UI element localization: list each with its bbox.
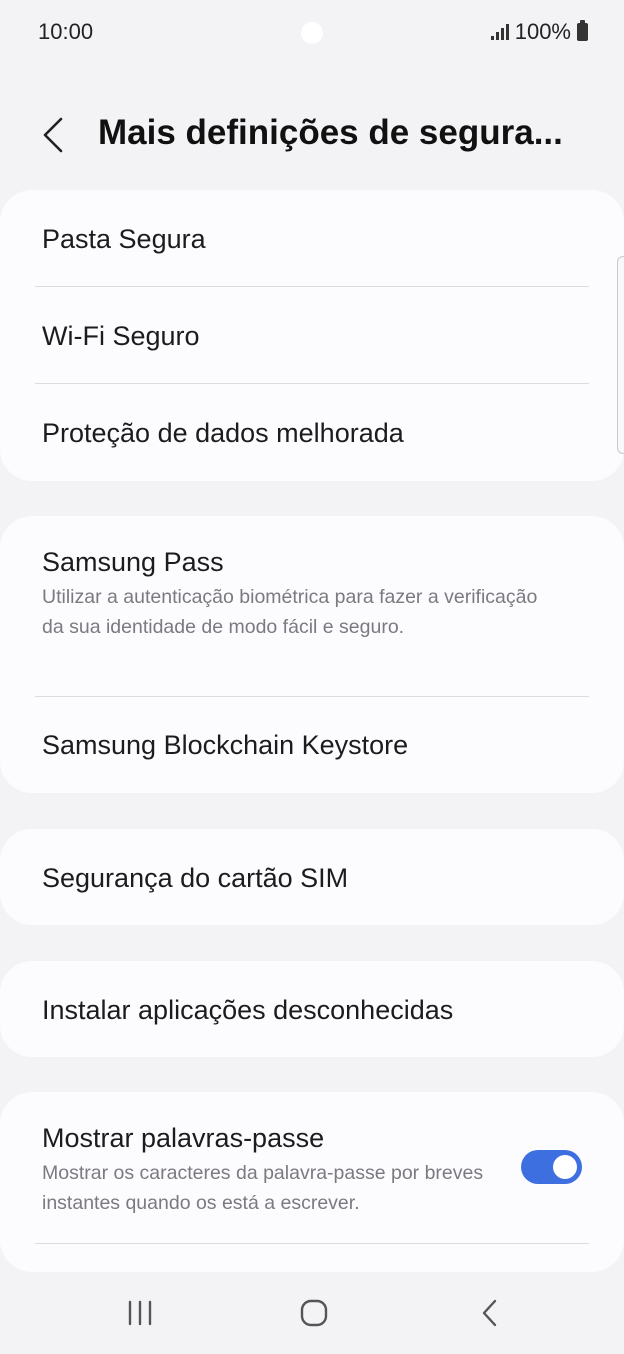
pasta-segura-item[interactable]: Pasta Segura — [0, 190, 624, 287]
show-passwords-item[interactable]: Mostrar palavras-passe Mostrar os caract… — [0, 1092, 624, 1244]
home-icon — [300, 1299, 328, 1327]
home-button[interactable] — [284, 1286, 344, 1340]
nav-back-button[interactable] — [460, 1286, 520, 1340]
page-title: Mais definições de segura... — [98, 113, 563, 152]
item-title: Instalar aplicações desconhecidas — [42, 995, 454, 1025]
camera-cutout — [301, 22, 323, 44]
back-icon — [482, 1299, 497, 1327]
divider — [35, 1243, 589, 1244]
settings-card-unknown-apps: Instalar aplicações desconhecidas — [0, 961, 624, 1057]
item-title: Proteção de dados melhorada — [42, 418, 404, 448]
back-button[interactable] — [30, 110, 76, 160]
recents-icon — [128, 1300, 152, 1326]
navigation-bar — [0, 1272, 624, 1354]
settings-card-passwords: Mostrar palavras-passe Mostrar os caract… — [0, 1092, 624, 1272]
wifi-seguro-item[interactable]: Wi-Fi Seguro — [0, 287, 624, 384]
item-subtitle: Mostrar os caracteres da palavra-passe p… — [42, 1162, 484, 1214]
item-title: Pasta Segura — [42, 224, 206, 254]
protecao-dados-item[interactable]: Proteção de dados melhorada — [0, 384, 624, 481]
install-unknown-apps-item[interactable]: Instalar aplicações desconhecidas — [0, 961, 624, 1057]
recents-button[interactable] — [110, 1286, 170, 1340]
battery-percent: 100% — [514, 19, 571, 44]
settings-card-secure-folder: Pasta Segura Wi-Fi Seguro Proteção de da… — [0, 190, 624, 481]
status-indicators: 100% — [490, 19, 588, 45]
item-title: Segurança do cartão SIM — [42, 863, 349, 893]
toggle-knob — [553, 1155, 577, 1179]
show-passwords-toggle[interactable] — [521, 1150, 582, 1184]
item-subtitle: Utilizar a autenticação biométrica para … — [42, 586, 538, 638]
samsung-pass-item[interactable]: Samsung Pass Utilizar a autenticação bio… — [0, 516, 624, 697]
signal-icon — [490, 24, 509, 40]
status-time: 10:00 — [38, 19, 94, 44]
chevron-left-icon — [43, 117, 63, 153]
item-title: Samsung Blockchain Keystore — [42, 730, 409, 760]
scrollbar-handle[interactable] — [617, 256, 624, 454]
app-header: Mais definições de segura... — [0, 100, 624, 170]
battery-icon — [577, 20, 588, 41]
item-title: Wi-Fi Seguro — [42, 321, 200, 351]
settings-card-samsung-pass: Samsung Pass Utilizar a autenticação bio… — [0, 516, 624, 793]
status-bar: 10:00 100% — [0, 0, 624, 64]
sim-security-item[interactable]: Segurança do cartão SIM — [0, 829, 624, 925]
item-title: Mostrar palavras-passe — [42, 1123, 325, 1153]
blockchain-keystore-item[interactable]: Samsung Blockchain Keystore — [0, 697, 624, 793]
settings-card-sim: Segurança do cartão SIM — [0, 829, 624, 925]
item-title: Samsung Pass — [42, 547, 224, 577]
